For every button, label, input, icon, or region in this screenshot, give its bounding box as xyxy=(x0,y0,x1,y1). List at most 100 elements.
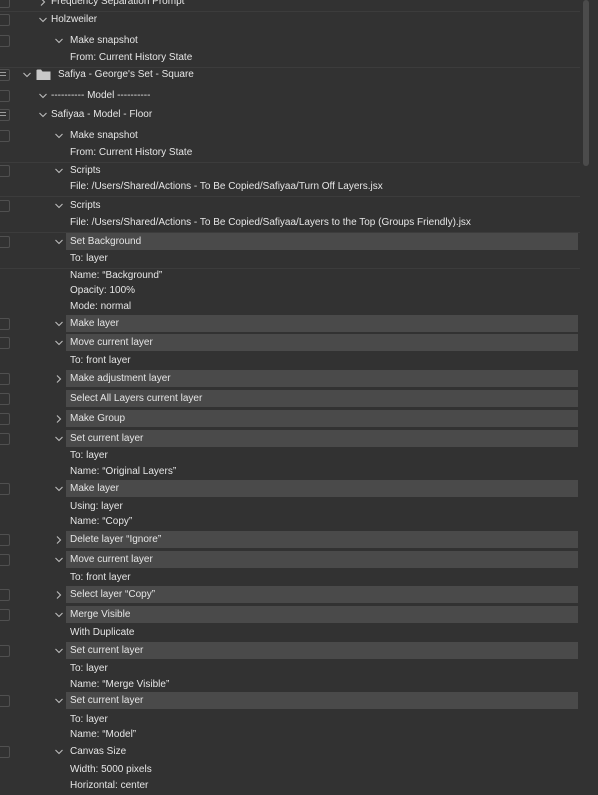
folder-icon xyxy=(36,68,51,81)
dialog-toggle-icon[interactable] xyxy=(0,68,10,81)
chevron-down-icon[interactable] xyxy=(54,166,64,176)
item-toggle-checkbox[interactable] xyxy=(0,34,10,47)
action-step-row[interactable]: Move current layer xyxy=(0,333,580,352)
action-step-row[interactable]: Make layer xyxy=(0,479,580,498)
chevron-down-icon[interactable] xyxy=(38,110,48,120)
action-step-row[interactable]: Select All Layers current layer xyxy=(0,389,580,408)
detail-text: Name: “Background” xyxy=(70,269,163,281)
toggle-column xyxy=(0,86,12,105)
action-detail-row: Horizontal: center xyxy=(0,776,580,795)
chevron-down-icon[interactable] xyxy=(54,131,64,141)
action-step-row[interactable]: ---------- Model ---------- xyxy=(0,86,580,105)
chevron-right-icon[interactable] xyxy=(54,535,64,545)
chevron-down-icon[interactable] xyxy=(54,747,64,757)
action-step-row[interactable]: Set Background xyxy=(0,232,580,251)
chevron-down-icon[interactable] xyxy=(54,319,64,329)
chevron-right-icon[interactable] xyxy=(54,590,64,600)
scrollbar[interactable] xyxy=(580,0,598,793)
step-highlight xyxy=(66,480,578,497)
chevron-down-icon[interactable] xyxy=(54,696,64,706)
chevron-down-icon[interactable] xyxy=(54,237,64,247)
detail-text: Width: 5000 pixels xyxy=(70,763,152,775)
chevron-down-icon[interactable] xyxy=(54,555,64,565)
detail-text: To: layer xyxy=(70,253,108,264)
item-toggle-checkbox[interactable] xyxy=(0,482,10,495)
detail-text: Name: “Copy” xyxy=(70,515,133,527)
action-step-row[interactable]: Make snapshot xyxy=(0,31,580,50)
item-toggle-checkbox[interactable] xyxy=(0,533,10,546)
action-step-row[interactable]: Safiyaa - Model - Floor xyxy=(0,105,580,124)
toggle-column xyxy=(0,409,12,428)
item-toggle-checkbox[interactable] xyxy=(0,694,10,707)
action-step-row[interactable]: Canvas Size xyxy=(0,742,580,761)
toggle-column xyxy=(0,641,12,660)
action-step-row[interactable]: Holzweiler xyxy=(0,10,580,29)
action-step-row[interactable]: Move current layer xyxy=(0,550,580,569)
item-toggle-checkbox[interactable] xyxy=(0,235,10,248)
item-toggle-checkbox[interactable] xyxy=(0,13,10,26)
item-toggle-checkbox[interactable] xyxy=(0,372,10,385)
toggle-column xyxy=(0,742,12,761)
chevron-right-icon[interactable] xyxy=(54,374,64,384)
action-step-row[interactable]: Set current layer xyxy=(0,641,580,660)
scrollbar-thumb[interactable] xyxy=(583,0,589,166)
step-label: Set Background xyxy=(70,235,142,247)
chevron-down-icon[interactable] xyxy=(54,646,64,656)
action-step-row[interactable]: Merge Visible xyxy=(0,605,580,624)
action-step-row[interactable]: Select layer “Copy” xyxy=(0,585,580,604)
item-toggle-checkbox[interactable] xyxy=(0,588,10,601)
chevron-down-icon[interactable] xyxy=(54,484,64,494)
item-toggle-checkbox[interactable] xyxy=(0,199,10,212)
toggle-column xyxy=(0,126,12,145)
item-toggle-checkbox[interactable] xyxy=(0,336,10,349)
step-label: Safiyaa - Model - Floor xyxy=(51,108,153,120)
item-toggle-checkbox[interactable] xyxy=(0,89,10,102)
chevron-down-icon[interactable] xyxy=(54,610,64,620)
item-toggle-checkbox[interactable] xyxy=(0,0,10,8)
dialog-toggle-icon[interactable] xyxy=(0,108,10,121)
action-detail-row: File: /Users/Shared/Actions - To Be Copi… xyxy=(0,214,580,233)
toggle-column xyxy=(0,691,12,710)
item-toggle-checkbox[interactable] xyxy=(0,412,10,425)
chevron-down-icon[interactable] xyxy=(22,70,32,80)
item-toggle-checkbox[interactable] xyxy=(0,644,10,657)
toggle-column xyxy=(0,530,12,549)
step-label: Make adjustment layer xyxy=(70,372,171,384)
chevron-right-icon[interactable] xyxy=(54,414,64,424)
item-toggle-checkbox[interactable] xyxy=(0,608,10,621)
chevron-down-icon[interactable] xyxy=(54,201,64,211)
step-highlight xyxy=(66,606,578,623)
item-toggle-checkbox[interactable] xyxy=(0,164,10,177)
detail-text: From: Current History State xyxy=(70,147,193,158)
item-toggle-checkbox[interactable] xyxy=(0,317,10,330)
chevron-down-icon[interactable] xyxy=(38,91,48,101)
chevron-down-icon[interactable] xyxy=(54,36,64,46)
action-step-row[interactable]: Make adjustment layer xyxy=(0,369,580,388)
toggle-column xyxy=(0,196,12,215)
action-step-row[interactable]: Delete layer “Ignore” xyxy=(0,530,580,549)
detail-text: To: front layer xyxy=(70,354,131,366)
chevron-down-icon[interactable] xyxy=(38,15,48,25)
action-set-row[interactable]: Safiya - George's Set - Square xyxy=(0,65,580,84)
actions-panel: Frequency Separation Prompt Holzweiler Mak… xyxy=(0,0,580,793)
step-label: Select layer “Copy” xyxy=(70,588,156,600)
chevron-right-icon[interactable] xyxy=(38,0,48,7)
action-step-row[interactable]: Set current layer xyxy=(0,691,580,710)
item-toggle-checkbox[interactable] xyxy=(0,553,10,566)
item-toggle-checkbox[interactable] xyxy=(0,129,10,142)
detail-text: Name: “Merge Visible” xyxy=(70,678,170,690)
step-label: Frequency Separation Prompt xyxy=(51,0,185,7)
action-step-row[interactable]: Make Group xyxy=(0,409,580,428)
action-step-row[interactable]: Scripts xyxy=(0,196,580,215)
detail-text: With Duplicate xyxy=(70,626,135,638)
chevron-down-icon[interactable] xyxy=(54,338,64,348)
item-toggle-checkbox[interactable] xyxy=(0,432,10,445)
action-step-row[interactable]: Make layer xyxy=(0,314,580,333)
detail-text: Using: layer xyxy=(70,500,123,512)
action-step-row[interactable]: Make snapshot xyxy=(0,126,580,145)
chevron-down-icon[interactable] xyxy=(54,434,64,444)
toggle-column xyxy=(0,10,12,29)
item-toggle-checkbox[interactable] xyxy=(0,392,10,405)
step-label: Make Group xyxy=(70,412,126,424)
item-toggle-checkbox[interactable] xyxy=(0,745,10,758)
